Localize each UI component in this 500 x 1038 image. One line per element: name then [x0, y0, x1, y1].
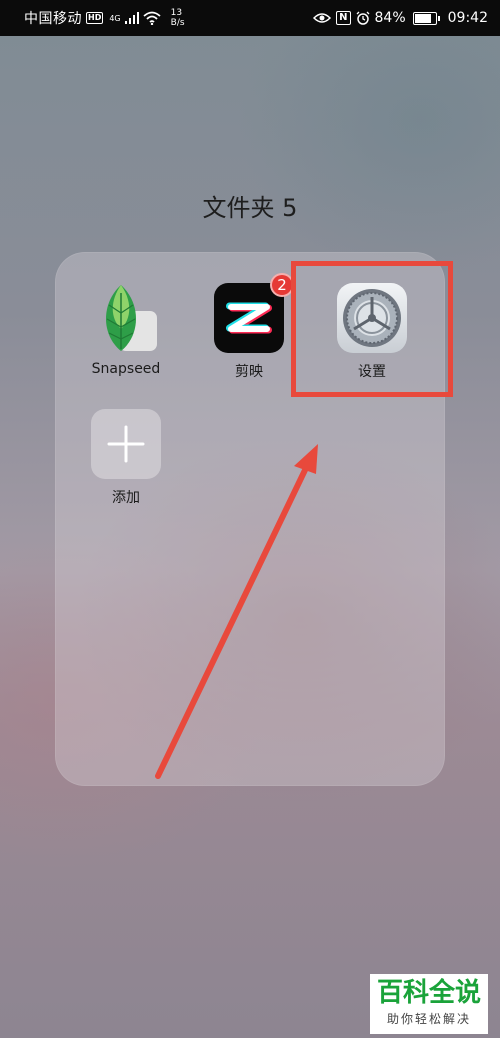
battery-fill	[414, 13, 431, 23]
watermark: 百科全说 助你轻松解决	[370, 974, 488, 1034]
app-label: 添加	[112, 490, 140, 506]
alarm-icon	[356, 11, 369, 25]
add-plus-icon	[91, 409, 161, 479]
speed-unit: B/s	[170, 18, 185, 28]
watermark-title: 百科全说	[376, 978, 481, 1008]
carrier-name: 中国移动	[24, 11, 82, 27]
battery-percent: 84%	[374, 10, 406, 26]
app-jianying[interactable]: 2 剪映	[199, 273, 299, 381]
annotation-highlight-box	[291, 261, 453, 397]
app-label: Snapseed	[91, 361, 161, 377]
folder-title[interactable]: 文件夹 5	[0, 188, 500, 223]
watermark-subtitle: 助你轻松解决	[386, 1012, 471, 1026]
app-snapseed[interactable]: Snapseed	[76, 283, 176, 377]
clock-time: 09:42	[447, 10, 488, 26]
nfc-icon: N	[336, 11, 351, 25]
wifi-icon	[143, 11, 161, 25]
add-app-button[interactable]: 添加	[76, 409, 176, 507]
network-speed: 13 B/s	[171, 8, 185, 28]
status-bar: 中国移动 HD 4G 13 B/s N 84% 09:42	[0, 0, 500, 36]
app-label: 剪映	[235, 364, 263, 380]
signal-icon	[124, 12, 139, 24]
snapseed-icon	[91, 283, 161, 353]
hd-badge: HD	[86, 12, 104, 24]
jianying-icon: 2	[214, 273, 294, 353]
speed-value: 13	[170, 8, 183, 18]
eye-icon	[313, 13, 332, 23]
network-type: 4G	[109, 13, 121, 23]
battery-icon	[412, 11, 440, 25]
